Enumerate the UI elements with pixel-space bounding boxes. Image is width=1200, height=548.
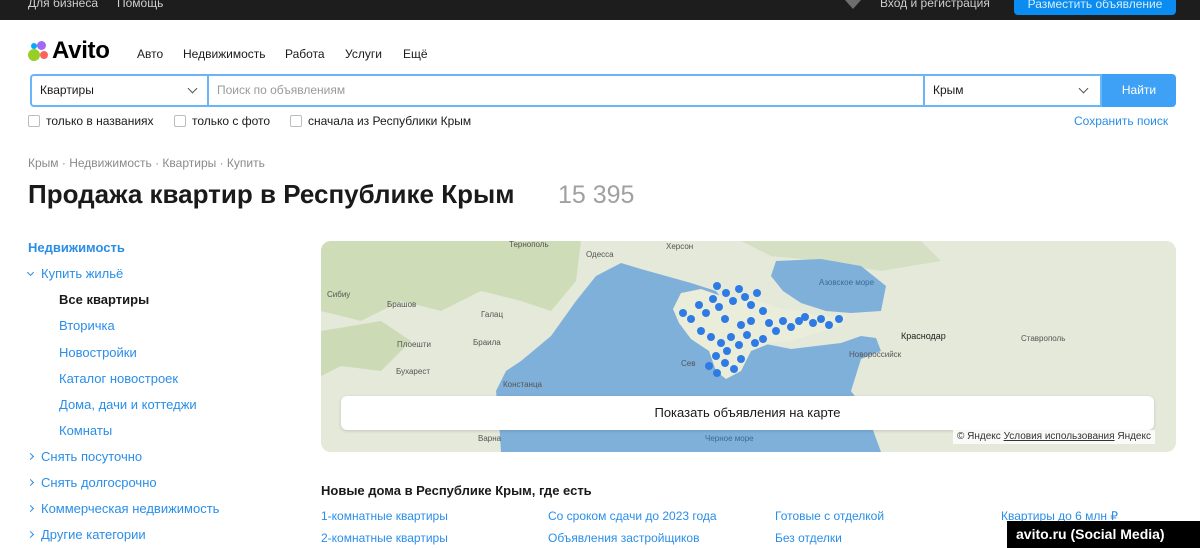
sidebar-daily-rent[interactable]: Снять посуточно [26,449,143,464]
sidebar-item-catalog[interactable]: Каталог новостроек [59,371,178,386]
source-watermark: avito.ru (Social Media) [1007,521,1200,548]
checkbox-label: только с фото [192,114,271,128]
sidebar-label: Снять долгосрочно [41,475,157,490]
map-sea-label: Черное море [705,434,754,443]
sidebar-other[interactable]: Другие категории [26,527,146,542]
sidebar-item-all-flats[interactable]: Все квартиры [59,292,149,307]
map-label: Констанца [503,380,543,389]
link-2-room[interactable]: 2-комнатные квартиры [321,531,448,545]
checkbox-box[interactable] [174,115,186,127]
map-label: Краснодар [901,331,946,341]
avito-logo[interactable]: Avito [27,37,110,64]
link-1-room[interactable]: 1-комнатные квартиры [321,509,448,523]
help-link[interactable]: Помощь [117,0,163,10]
checkbox-crimea-first[interactable]: сначала из Республики Крым [290,114,471,128]
sidebar-buy[interactable]: Купить жильё [26,266,124,281]
chevron-right-icon [26,478,35,487]
nav-services[interactable]: Услуги [345,47,382,61]
map-label: Ставрополь [1021,334,1065,343]
map-label: Бухарест [396,367,430,376]
top-bar: Для бизнеса Помощь Вход и регистрация Ра… [0,0,1200,20]
nav-realty[interactable]: Недвижимость [183,47,266,61]
map-label: Брашов [387,300,416,309]
logo-text: Avito [52,37,110,64]
sidebar-label: Снять посуточно [41,449,143,464]
sidebar-realty[interactable]: Недвижимость [28,240,125,255]
checkbox-titles-only[interactable]: только в названиях [28,114,154,128]
chevron-down-icon [187,83,198,94]
link-developers[interactable]: Объявления застройщиков [548,531,699,545]
sidebar-buy-label: Купить жильё [41,266,124,281]
chevron-down-icon [1078,83,1089,94]
link-by-2023[interactable]: Со сроком сдачи до 2023 года [548,509,717,523]
map-label: Варна [478,434,502,443]
result-count: 15 395 [558,181,635,209]
map-terms-link[interactable]: Условия использования [1004,431,1115,442]
sidebar-item-houses[interactable]: Дома, дачи и коттеджи [59,397,197,412]
checkbox-box[interactable] [28,115,40,127]
link-finished[interactable]: Готовые с отделкой [775,509,884,523]
logo-dots-icon [27,40,49,62]
map-label: Азовское море [819,278,875,287]
search-bar: Квартиры Поиск по объявлениям Крым Найти [30,74,1176,107]
listings-map[interactable]: Тернополь Одесса Херсон Сибиу Брашов Гал… [321,241,1176,452]
nav-more[interactable]: Ещё [403,47,428,61]
business-link[interactable]: Для бизнеса [28,0,98,10]
sidebar-label: Коммерческая недвижимость [41,501,220,516]
map-label: Новороссийск [849,350,902,359]
category-value: Квартиры [40,83,94,97]
chevron-right-icon [26,530,35,539]
checkbox-with-photo[interactable]: только с фото [174,114,270,128]
sidebar-item-new-buildings[interactable]: Новостройки [59,345,137,360]
map-label: Херсон [666,242,693,251]
map-label: Браила [473,338,501,347]
link-unfinished[interactable]: Без отделки [775,531,842,545]
chevron-right-icon [26,504,35,513]
checkbox-label: сначала из Республики Крым [308,114,472,128]
save-search-link[interactable]: Сохранить поиск [1074,114,1168,128]
breadcrumb[interactable]: Крым · Недвижимость · Квартиры · Купить [28,156,265,170]
post-ad-button[interactable]: Разместить объявление [1014,0,1176,15]
map-label: Плоешти [397,340,431,349]
map-copyright: © Яндекс [957,431,1001,442]
new-houses-title: Новые дома в Республике Крым, где есть [321,483,592,498]
page-title: Продажа квартир в Республике Крым [28,179,515,209]
checkbox-label: только в названиях [46,114,154,128]
map-label: Галац [481,310,503,319]
show-on-map-button[interactable]: Показать объявления на карте [341,396,1154,430]
sidebar-item-rooms[interactable]: Комнаты [59,423,112,438]
search-input[interactable]: Поиск по объявлениям [207,74,925,107]
map-label: Одесса [586,250,614,259]
sidebar-commercial[interactable]: Коммерческая недвижимость [26,501,220,516]
map-attribution: © Яндекс Условия использования Яндекс [953,430,1155,444]
category-select[interactable]: Квартиры [30,74,207,107]
region-select[interactable]: Крым [925,74,1102,107]
login-link[interactable]: Вход и регистрация [880,0,990,10]
chevron-down-icon [26,268,35,277]
sidebar-long-rent[interactable]: Снять долгосрочно [26,475,157,490]
user-icon [845,0,861,9]
find-button[interactable]: Найти [1102,74,1176,107]
nav-auto[interactable]: Авто [137,47,163,61]
sidebar-label: Другие категории [41,527,146,542]
map-brand: Яндекс [1117,431,1151,442]
search-placeholder: Поиск по объявлениям [217,83,346,97]
nav-jobs[interactable]: Работа [285,47,325,61]
map-label: Сев [681,359,695,368]
checkbox-box[interactable] [290,115,302,127]
map-label: Тернополь [509,241,549,249]
chevron-right-icon [26,452,35,461]
map-label: Сибиу [327,290,350,299]
region-value: Крым [933,83,964,97]
sidebar-item-secondary[interactable]: Вторичка [59,318,115,333]
